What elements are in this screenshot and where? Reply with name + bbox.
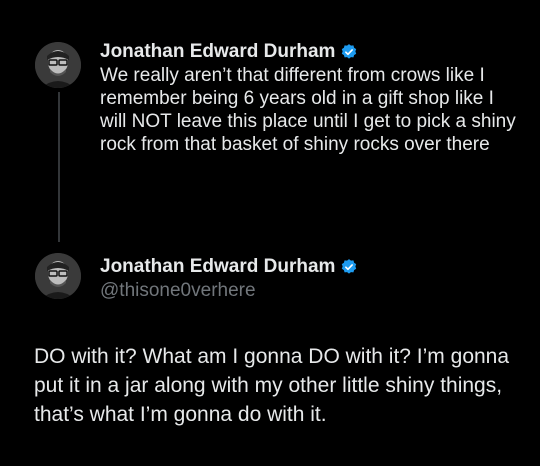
thread-connector-line — [58, 92, 60, 242]
author-handle[interactable]: @thisone0verhere — [100, 280, 256, 302]
avatar[interactable] — [35, 253, 81, 299]
avatar-image — [35, 42, 81, 88]
verified-badge-icon — [342, 44, 357, 59]
author-name[interactable]: Jonathan Edward Durham — [100, 256, 335, 278]
author-name[interactable]: Jonathan Edward Durham — [100, 41, 335, 63]
verified-badge-icon — [342, 259, 357, 274]
author-name-row[interactable]: Jonathan Edward Durham — [100, 41, 358, 63]
avatar[interactable] — [35, 42, 81, 88]
tweet-text: DO with it? What am I gonna DO with it? … — [34, 345, 510, 426]
tweet-text: We really aren’t that different from cro… — [100, 65, 516, 155]
avatar-image — [35, 253, 81, 299]
author-name-row[interactable]: Jonathan Edward Durham — [100, 256, 358, 278]
